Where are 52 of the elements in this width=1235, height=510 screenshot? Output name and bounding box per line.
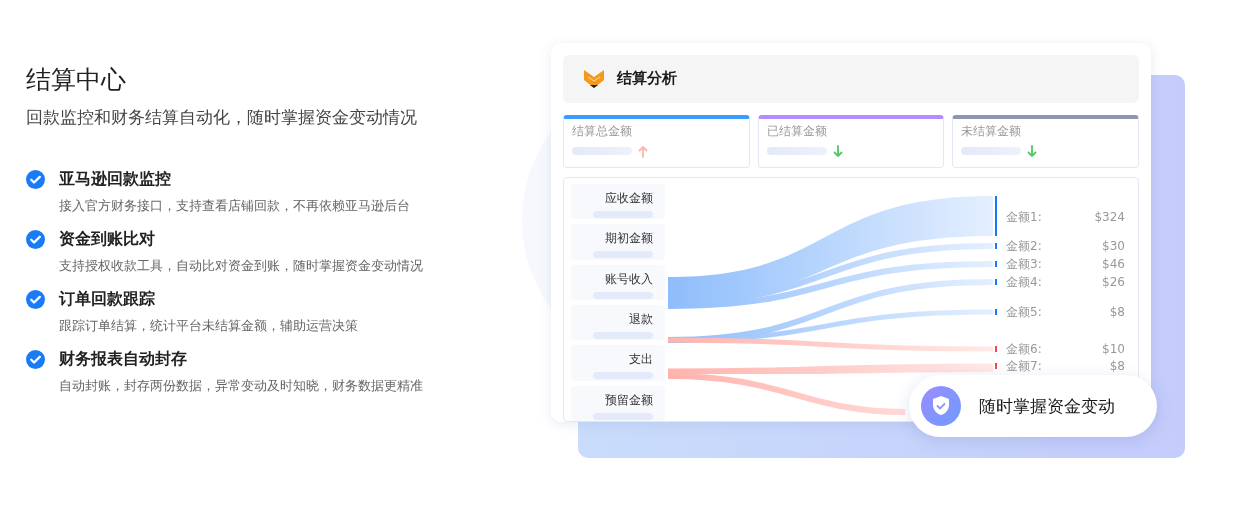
- source-label: 预留金额: [605, 391, 653, 408]
- arrow-down-icon: [832, 144, 843, 158]
- source-label: 账号收入: [605, 270, 653, 287]
- placeholder-bar: [572, 147, 632, 156]
- source-label: 退款: [629, 310, 653, 327]
- stat-label: 已结算金额: [766, 122, 828, 139]
- amount-label: 金额2:: [1006, 237, 1042, 254]
- amount-label: 金额1:: [1006, 208, 1042, 225]
- amount-value: $46: [1102, 255, 1125, 272]
- arrow-up-icon: [638, 144, 648, 158]
- card-title: 结算分析: [617, 69, 677, 89]
- placeholder-bar: [593, 251, 653, 259]
- feature-description: 接入官方财务接口，支持查看店铺回款，不再依赖亚马逊后台: [59, 198, 411, 214]
- placeholder-bar: [593, 372, 653, 380]
- feature-title: 资金到账比对: [59, 229, 156, 249]
- badge-text: 随时掌握资金变动: [979, 394, 1115, 418]
- placeholder-bar: [593, 291, 653, 299]
- placeholder-bar: [593, 210, 653, 218]
- page-subtitle: 回款监控和财务结算自动化，随时掌握资金变动情况: [26, 106, 418, 128]
- amount-label: 金额3:: [1006, 255, 1042, 272]
- feature-title: 亚马逊回款监控: [59, 169, 172, 189]
- source-label: 应收金额: [605, 189, 653, 206]
- arrow-down-icon: [1027, 144, 1038, 158]
- source-label: 支出: [629, 351, 653, 368]
- check-icon: [26, 170, 45, 189]
- check-icon: [26, 290, 45, 309]
- amount-value: $10: [1102, 340, 1125, 357]
- check-icon: [26, 350, 45, 369]
- amount-label: 金额6:: [1006, 340, 1042, 357]
- feature-description: 自动封账，封存两份数据，异常变动及时知晓，财务数据更精准: [59, 378, 424, 394]
- amount-label: 金额7:: [1006, 357, 1042, 374]
- feature-title: 财务报表自动封存: [59, 349, 188, 369]
- placeholder-bar: [593, 331, 653, 339]
- stat-label: 未结算金额: [961, 122, 1023, 139]
- amount-value: $30: [1102, 237, 1125, 254]
- shield-check-icon: [921, 386, 961, 426]
- feature-title: 订单回款跟踪: [59, 289, 156, 309]
- amount-value: $8: [1109, 357, 1125, 374]
- feature-description: 支持授权收款工具，自动比对资金到账，随时掌握资金变动情况: [59, 258, 424, 274]
- check-icon: [26, 230, 45, 249]
- amount-value: $324: [1094, 208, 1125, 225]
- feature-description: 跟踪订单结算，统计平台未结算金额，辅助运营决策: [59, 318, 359, 334]
- amount-value: $8: [1109, 303, 1125, 320]
- amount-label: 金额4:: [1006, 273, 1042, 290]
- amount-label: 金额5:: [1006, 303, 1042, 320]
- fox-logo-icon: [583, 67, 605, 90]
- page-title: 结算中心: [26, 64, 127, 96]
- stat-label: 结算总金额: [572, 122, 633, 139]
- placeholder-bar: [766, 147, 827, 156]
- placeholder-bar: [961, 147, 1022, 156]
- amount-value: $26: [1102, 273, 1125, 290]
- source-label: 期初金额: [605, 230, 653, 247]
